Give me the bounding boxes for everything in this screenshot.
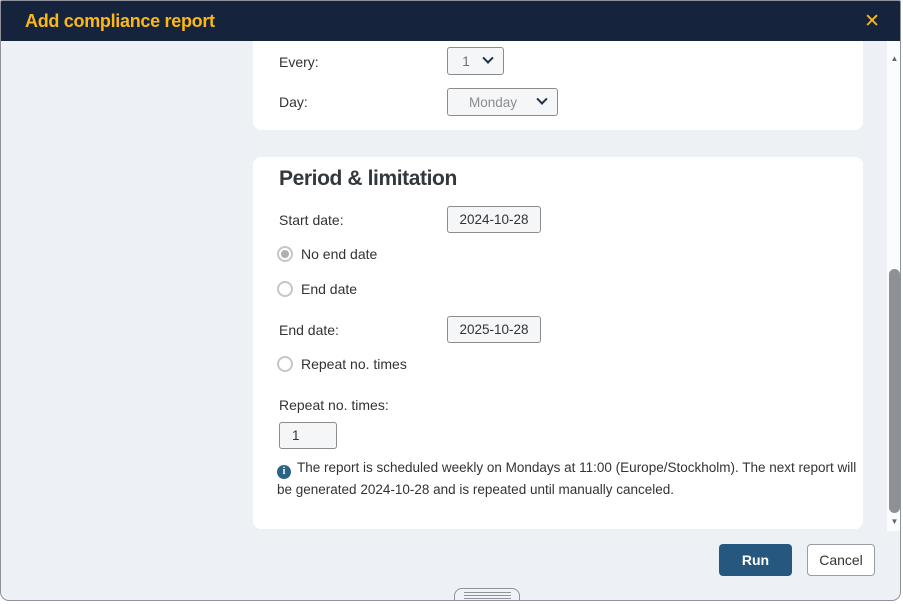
- end-date-input[interactable]: [447, 316, 541, 343]
- schedule-card: Every: 1 Day: Monday: [253, 41, 863, 130]
- every-label: Every:: [279, 54, 319, 70]
- schedule-info-note: iThe report is scheduled weekly on Monda…: [277, 457, 857, 500]
- run-button[interactable]: Run: [719, 544, 792, 576]
- radio-row-repeat-times[interactable]: Repeat no. times: [277, 356, 407, 372]
- end-date-radio[interactable]: [277, 281, 293, 297]
- chevron-down-icon: [482, 53, 493, 64]
- info-icon: i: [277, 465, 291, 479]
- start-date-label: Start date:: [279, 212, 344, 228]
- dialog-title: Add compliance report: [25, 11, 215, 32]
- repeat-times-radio-label[interactable]: Repeat no. times: [301, 356, 407, 372]
- close-icon[interactable]: ✕: [860, 10, 884, 33]
- radio-row-no-end-date[interactable]: No end date: [277, 246, 377, 262]
- every-select-value: 1: [448, 54, 484, 69]
- scrollbar-up-icon[interactable]: ▲: [887, 54, 901, 64]
- no-end-date-radio[interactable]: [277, 246, 293, 262]
- no-end-date-radio-label[interactable]: No end date: [301, 246, 377, 262]
- chevron-down-icon: [536, 94, 547, 105]
- repeat-times-input[interactable]: [279, 422, 337, 449]
- repeat-times-label: Repeat no. times:: [279, 397, 389, 413]
- schedule-info-text: The report is scheduled weekly on Monday…: [277, 460, 856, 497]
- cancel-button[interactable]: Cancel: [807, 544, 875, 576]
- day-select[interactable]: Monday: [447, 88, 558, 116]
- end-date-radio-label[interactable]: End date: [301, 281, 357, 297]
- resize-grip-handle[interactable]: [454, 588, 520, 601]
- period-limitation-heading: Period & limitation: [279, 167, 457, 191]
- scrollbar-down-icon[interactable]: ▼: [887, 517, 901, 527]
- scrollbar-track[interactable]: ▲ ▼: [887, 41, 901, 531]
- repeat-times-radio[interactable]: [277, 356, 293, 372]
- add-compliance-report-dialog: Add compliance report ✕ Every: 1 Day: Mo…: [0, 0, 901, 601]
- day-select-value: Monday: [448, 95, 538, 110]
- start-date-input[interactable]: [447, 206, 541, 233]
- radio-row-end-date[interactable]: End date: [277, 281, 357, 297]
- day-label: Day:: [279, 94, 308, 110]
- dialog-header: Add compliance report ✕: [1, 1, 900, 41]
- period-limitation-card: Period & limitation Start date: No end d…: [253, 157, 863, 529]
- end-date-label: End date:: [279, 322, 339, 338]
- every-select[interactable]: 1: [447, 47, 504, 75]
- scrollbar-thumb[interactable]: [889, 269, 900, 513]
